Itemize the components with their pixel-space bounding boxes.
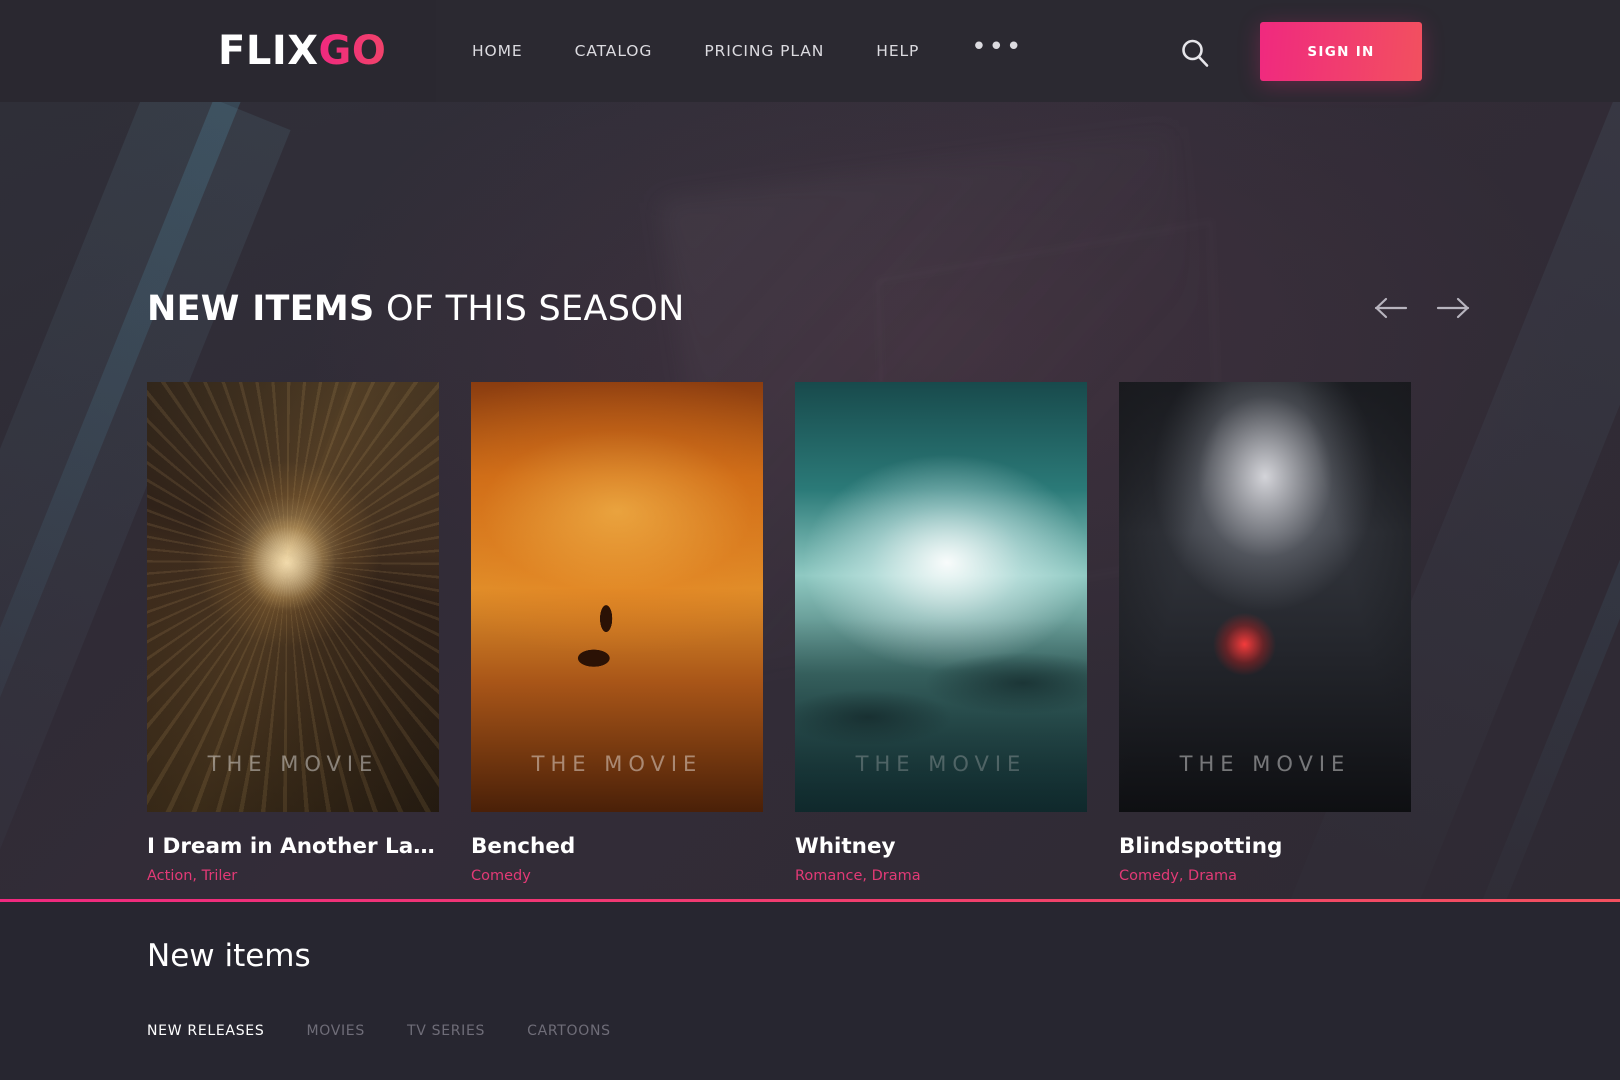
page-title-bold: NEW ITEMS [147, 289, 375, 329]
tab-cartoons[interactable]: CARTOONS [527, 1023, 611, 1039]
nav-item-catalog[interactable]: CATALOG [575, 42, 653, 60]
movie-poster[interactable]: THE MOVIE [1119, 382, 1411, 812]
carousel-controls [1374, 295, 1470, 321]
hero-section: NEW ITEMS OF THIS SEASON THE MOVIE I Dre… [0, 102, 1620, 899]
movie-genre: Comedy, Drama [1119, 868, 1238, 884]
arrow-right-icon[interactable] [1436, 295, 1470, 321]
logo-text-primary: FLIX [218, 28, 319, 74]
nav-item-pricing-plan[interactable]: PRICING PLAN [704, 42, 824, 60]
poster-watermark: THE MOVIE [207, 752, 379, 776]
movie-card[interactable]: THE MOVIE Benched Comedy ★ 7.1 [471, 382, 763, 899]
poster-watermark: THE MOVIE [531, 752, 703, 776]
movie-card-list: THE MOVIE I Dream in Another Lan… Action… [147, 382, 1411, 899]
main-navigation: HOME CATALOG PRICING PLAN HELP ••• [472, 0, 1023, 102]
nav-item-help[interactable]: HELP [876, 42, 919, 60]
arrow-left-icon[interactable] [1374, 295, 1408, 321]
poster-watermark: THE MOVIE [855, 752, 1027, 776]
movie-title: Whitney [795, 834, 896, 859]
movie-genre: Comedy [471, 868, 531, 884]
movie-poster[interactable]: THE MOVIE [147, 382, 439, 812]
movie-card[interactable]: THE MOVIE I Dream in Another Lan… Action… [147, 382, 439, 899]
section-heading: New items [147, 938, 311, 974]
nav-more-menu-icon[interactable]: ••• [971, 34, 1023, 61]
movie-title: Blindspotting [1119, 834, 1283, 859]
movie-title: I Dream in Another Lan… [147, 834, 439, 859]
movie-poster[interactable]: THE MOVIE [471, 382, 763, 812]
movie-title: Benched [471, 834, 576, 859]
poster-watermark: THE MOVIE [1179, 752, 1351, 776]
tab-tv-series[interactable]: TV SERIES [407, 1023, 485, 1039]
movie-card[interactable]: THE MOVIE Whitney Romance, Drama ★ 6.3 [795, 382, 1087, 899]
tab-new-releases[interactable]: NEW RELEASES [147, 1023, 264, 1039]
site-header: FLIXGO HOME CATALOG PRICING PLAN HELP ••… [0, 0, 1620, 102]
nav-item-home[interactable]: HOME [472, 42, 523, 60]
category-tabs: NEW RELEASES MOVIES TV SERIES CARTOONS [147, 1023, 653, 1039]
movie-poster[interactable]: THE MOVIE [795, 382, 1087, 812]
sign-in-button[interactable]: SIGN IN [1260, 22, 1422, 81]
movie-card[interactable]: THE MOVIE Blindspotting Comedy, Drama ★ … [1119, 382, 1411, 899]
logo-text-accent: GO [318, 28, 387, 74]
site-logo[interactable]: FLIXGO [218, 31, 386, 71]
page-title: NEW ITEMS OF THIS SEASON [147, 292, 685, 327]
new-items-section: New items NEW RELEASES MOVIES TV SERIES … [0, 902, 1620, 1080]
tab-movies[interactable]: MOVIES [306, 1023, 365, 1039]
page-title-light: OF THIS SEASON [374, 289, 685, 329]
section-divider [0, 899, 1620, 902]
background-light-streak [1441, 102, 1620, 899]
search-icon[interactable] [1178, 36, 1212, 70]
movie-genre: Romance, Drama [795, 868, 921, 884]
movie-genre: Action, Triler [147, 868, 238, 884]
